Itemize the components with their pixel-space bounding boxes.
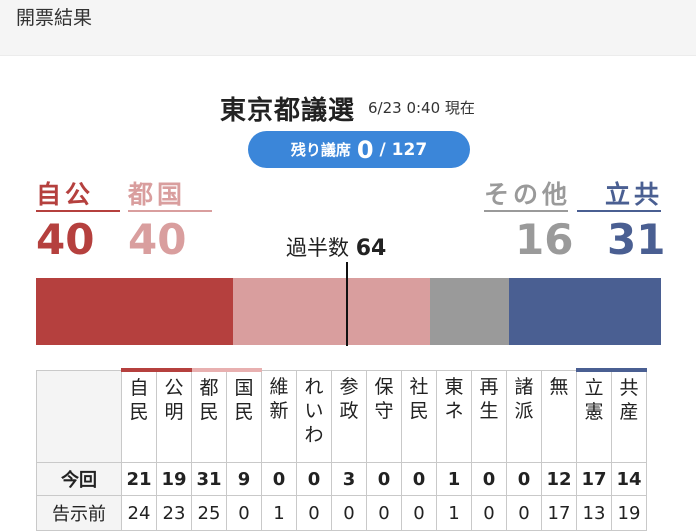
party-header: 再 生: [471, 369, 507, 463]
group-underline-rikkyo: [577, 210, 661, 212]
group-seats-jiko: 40: [36, 215, 95, 264]
party-header: 共 産: [611, 368, 647, 463]
party-name: 再 生: [479, 375, 499, 422]
party-header: 東 ネ: [436, 369, 472, 463]
seats-prev-cell: 25: [191, 495, 227, 531]
party-header: 国 民: [226, 368, 262, 463]
seat-bar-segment: [36, 278, 233, 345]
seats-prev-cell: 0: [366, 495, 402, 531]
party-name: 国 民: [234, 377, 254, 423]
remaining-seats-badge: 残り議席 0 / 127: [248, 131, 470, 168]
group-underline-jiko: [36, 210, 120, 212]
seats-prev-cell: 0: [506, 495, 542, 531]
group-name-jiko: 自公: [36, 180, 95, 209]
party-name: 東 ネ: [444, 375, 464, 422]
seats-now-cell: 0: [366, 462, 402, 496]
seats-now-cell: 19: [156, 462, 192, 496]
party-name: れ い わ: [304, 375, 324, 446]
group-name-other: その他: [484, 180, 572, 209]
majority-line: [346, 262, 348, 346]
seats-now-cell: 12: [541, 462, 577, 496]
seats-prev-cell: 24: [121, 495, 157, 531]
updated-time: 6/23 0:40 現在: [368, 99, 475, 117]
seats-prev-cell: 0: [401, 495, 437, 531]
party-name: 自 民: [129, 377, 149, 423]
seats-prev-cell: 1: [436, 495, 472, 531]
seats-now-cell: 14: [611, 462, 647, 496]
majority-value: 64: [355, 236, 387, 261]
corner-cell: [36, 369, 122, 463]
header-bar: 開票結果: [0, 0, 696, 56]
seats-prev-cell: 19: [611, 495, 647, 531]
seats-now-cell: 0: [261, 462, 297, 496]
seats-prev-cell: 0: [331, 495, 367, 531]
seat-bar-segment: [233, 278, 430, 345]
seat-bar-segment: [430, 278, 509, 345]
group-seats-rikkyo: 31: [607, 215, 666, 264]
party-header: 社 民: [401, 369, 437, 463]
majority-label: 過半数: [286, 236, 349, 260]
group-seats-other: 16: [515, 215, 574, 264]
seats-now-cell: 0: [471, 462, 507, 496]
row-label-prev: 告示前: [36, 495, 122, 531]
party-name: 無: [549, 375, 569, 398]
group-underline-tokoku: [128, 210, 212, 212]
group-seats-tokoku: 40: [128, 215, 187, 264]
party-name: 都 民: [199, 377, 219, 423]
seats-now-cell: 1: [436, 462, 472, 496]
seats-now-cell: 17: [576, 462, 612, 496]
election-title: 東京都議選: [220, 96, 356, 126]
party-header: 都 民: [191, 368, 227, 463]
seats-now-cell: 0: [506, 462, 542, 496]
party-header: 維 新: [261, 369, 297, 463]
party-header: 参 政: [331, 369, 367, 463]
remaining-value: 0: [356, 135, 374, 164]
party-name: 維 新: [269, 375, 289, 422]
seats-prev-cell: 1: [261, 495, 297, 531]
row-label-now: 今回: [36, 462, 122, 496]
seats-now-cell: 3: [331, 462, 367, 496]
seats-prev-cell: 17: [541, 495, 577, 531]
seats-now-cell: 0: [401, 462, 437, 496]
party-header: 自 民: [121, 368, 157, 463]
party-name: 共 産: [619, 377, 639, 423]
party-header: 無: [541, 369, 577, 463]
party-header: 立 憲: [576, 368, 612, 463]
seats-now-cell: 31: [191, 462, 227, 496]
seats-now-cell: 0: [296, 462, 332, 496]
group-name-rikkyo: 立共: [605, 180, 664, 209]
majority-indicator: 過半数 64: [286, 232, 386, 262]
seats-prev-cell: 13: [576, 495, 612, 531]
seat-bar-segment: [509, 278, 661, 345]
party-name: 参 政: [339, 375, 359, 422]
seat-table: 自 民公 明都 民国 民維 新れ い わ参 政保 守社 民東 ネ再 生諸 派無立…: [36, 368, 647, 531]
seats-prev-cell: 0: [296, 495, 332, 531]
party-header: 公 明: [156, 368, 192, 463]
seats-prev-cell: 0: [471, 495, 507, 531]
party-header: れ い わ: [296, 369, 332, 463]
party-name: 保 守: [374, 375, 394, 422]
group-underline-other: [484, 210, 568, 212]
party-name: 諸 派: [514, 375, 534, 422]
party-name: 立 憲: [584, 377, 604, 423]
party-name: 社 民: [409, 375, 429, 422]
party-name: 公 明: [164, 377, 184, 423]
seats-now-cell: 9: [226, 462, 262, 496]
remaining-label: 残り議席: [290, 141, 351, 159]
seats-now-cell: 21: [121, 462, 157, 496]
seats-prev-cell: 0: [226, 495, 262, 531]
seats-prev-cell: 23: [156, 495, 192, 531]
remaining-total: / 127: [379, 139, 428, 160]
group-name-tokoku: 都国: [128, 180, 187, 209]
party-header: 保 守: [366, 369, 402, 463]
header-title: 開票結果: [16, 7, 93, 29]
party-header: 諸 派: [506, 369, 542, 463]
